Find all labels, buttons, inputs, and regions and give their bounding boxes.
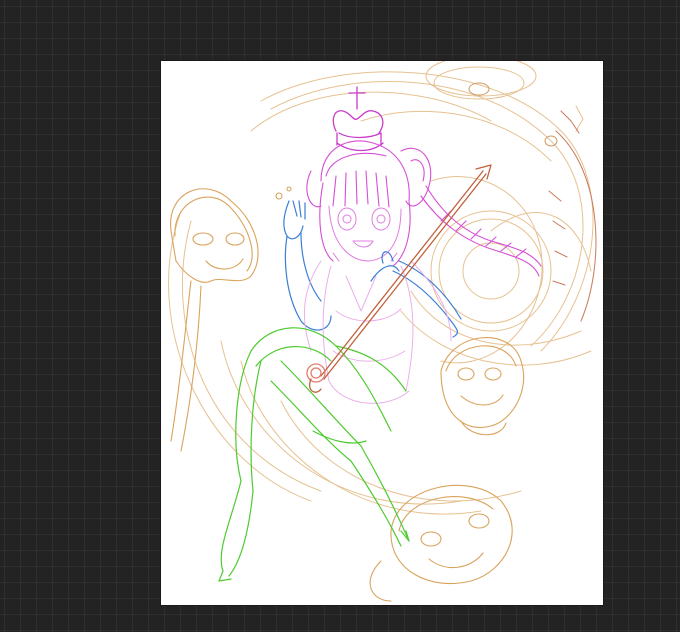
sketch-artwork <box>168 61 597 602</box>
legs-sketch <box>218 327 410 582</box>
ghost-icon <box>170 186 292 452</box>
drawing-canvas[interactable] <box>161 61 603 605</box>
serpent-sketch <box>168 61 597 515</box>
workspace-grid[interactable] <box>0 0 680 632</box>
hair-sketch <box>306 140 542 277</box>
staff-icon <box>306 164 492 393</box>
dress-sketch <box>303 260 452 404</box>
face-sketch <box>328 205 402 262</box>
ghost-icon <box>440 337 525 436</box>
